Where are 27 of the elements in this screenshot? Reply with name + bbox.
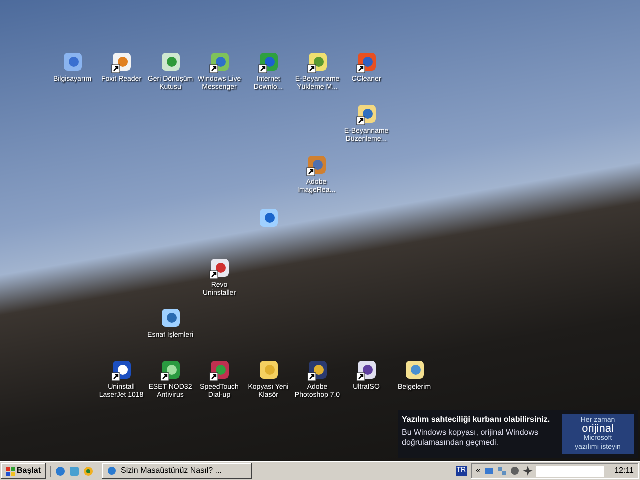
badge-text: orijinal [582, 425, 614, 434]
app-icon[interactable] [356, 360, 378, 382]
clock[interactable]: 12:11 [614, 465, 634, 477]
star-icon[interactable] [522, 466, 533, 476]
app-icon[interactable] [306, 155, 328, 177]
app-icon[interactable] [356, 104, 378, 126]
app-icon[interactable] [160, 308, 182, 330]
media-icon[interactable] [83, 466, 94, 476]
show-hidden-icons-button[interactable]: « [476, 465, 481, 477]
app-icon[interactable] [160, 360, 182, 382]
app-icon[interactable] [306, 360, 328, 382]
notification-title: Yazılım sahteciliği kurbanı olabilirsiniz. [402, 414, 552, 426]
app-icon[interactable] [258, 52, 280, 74]
tray-field[interactable] [536, 466, 604, 476]
app-icon[interactable] [306, 52, 328, 74]
app-icon[interactable] [356, 52, 378, 74]
windows-logo-icon [6, 466, 15, 476]
app-icon[interactable] [110, 360, 132, 382]
app-icon[interactable] [208, 52, 230, 74]
taskbar-window-button[interactable]: Sizin Masaüstünüz Nasıl? ... [102, 463, 252, 479]
notification-text: Bu Windows kopyası, orijinal Windows doğrulamasından geçmedi. [402, 428, 540, 448]
app-icon[interactable] [258, 360, 280, 382]
app-icon[interactable] [208, 360, 230, 382]
app-icon[interactable] [404, 360, 426, 382]
app-icon[interactable] [110, 52, 132, 74]
start-button[interactable]: Başlat [1, 463, 46, 479]
app-icon[interactable] [208, 258, 230, 280]
